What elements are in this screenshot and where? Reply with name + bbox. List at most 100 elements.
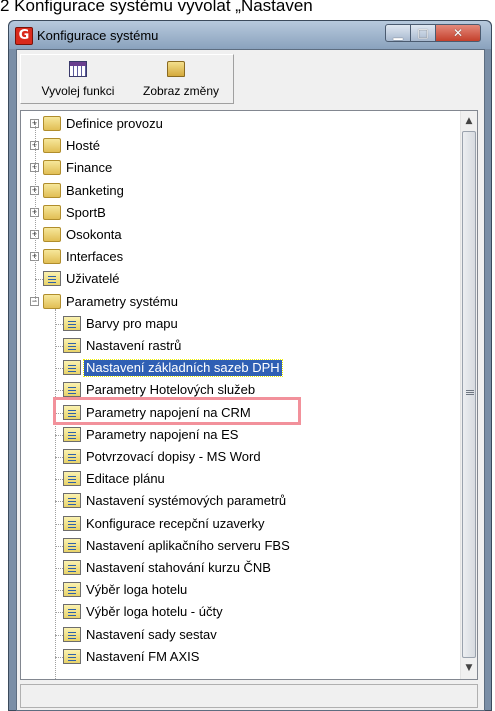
tree-child-item[interactable]: Nastavení rastrů bbox=[21, 335, 451, 357]
close-button[interactable]: ✕ bbox=[435, 24, 481, 42]
tree-item[interactable]: + Osokonta bbox=[21, 224, 451, 246]
folder-icon bbox=[43, 205, 61, 220]
scrollbar-grip-icon bbox=[466, 390, 474, 396]
tree-child-item[interactable]: Nastavení sady sestav bbox=[21, 624, 451, 646]
maximize-icon: □ bbox=[417, 26, 429, 40]
document-icon bbox=[63, 582, 81, 597]
folder-icon bbox=[43, 294, 61, 309]
folder-icon bbox=[43, 227, 61, 242]
document-icon bbox=[63, 627, 81, 642]
folder-icon bbox=[43, 116, 61, 131]
tree-child-item[interactable]: Barvy pro mapu bbox=[21, 313, 451, 335]
close-icon: ✕ bbox=[452, 26, 464, 40]
invoke-function-button[interactable]: Vyvolej funkci bbox=[25, 57, 131, 101]
tree-item-label: Výběr loga hotelu bbox=[86, 582, 188, 597]
document-icon bbox=[63, 516, 81, 531]
title-bar[interactable]: G Konfigurace systému ▁ □ ✕ bbox=[9, 21, 491, 49]
tree-child-item[interactable]: Parametry Hotelových služeb bbox=[21, 379, 451, 401]
tree-item-label: Hosté bbox=[66, 138, 100, 153]
document-icon bbox=[63, 449, 81, 464]
vertical-scrollbar[interactable]: ▲ ▼ bbox=[460, 111, 477, 679]
tree-item-label: Osokonta bbox=[66, 227, 122, 242]
show-changes-label: Zobraz změny bbox=[142, 84, 220, 98]
tree-item[interactable]: + SportB bbox=[21, 202, 451, 224]
tree-item[interactable]: + Interfaces bbox=[21, 246, 451, 268]
tree-connector bbox=[55, 309, 56, 679]
document-icon bbox=[43, 271, 61, 286]
window-client-area: Vyvolej funkci Zobraz změny + Definice pr… bbox=[16, 49, 485, 711]
folder-icon bbox=[43, 160, 61, 175]
scrollbar-thumb[interactable] bbox=[462, 131, 476, 658]
configuration-tree[interactable]: + Definice provozu + Hosté + Finance + Banketin… bbox=[20, 110, 478, 680]
minimize-button[interactable]: ▁ bbox=[385, 24, 411, 42]
window-title: Konfigurace systému bbox=[37, 28, 159, 43]
tree-child-item[interactable]: Nastavení aplikačního serveru FBS bbox=[21, 535, 451, 557]
tree-child-item[interactable]: Výběr loga hotelu - účty bbox=[21, 601, 451, 623]
tree-item-label: Uživatelé bbox=[66, 271, 120, 286]
document-icon bbox=[63, 538, 81, 553]
tree-child-item[interactable]: Parametry napojení na ES bbox=[21, 424, 451, 446]
folder-icon bbox=[43, 183, 61, 198]
document-icon bbox=[63, 338, 81, 353]
tree-item-label: Finance bbox=[66, 160, 113, 175]
tree-item-label: SportB bbox=[66, 205, 106, 220]
status-bar bbox=[20, 684, 478, 708]
tree-item-label: Parametry napojení na CRM bbox=[86, 405, 251, 420]
document-icon bbox=[63, 471, 81, 486]
document-heading-text: 2 Konfigurace systému vyvolat „Nastaven bbox=[0, 0, 313, 15]
tree-item-label: Parametry Hotelových služeb bbox=[86, 382, 256, 397]
tree-item-label: Barvy pro mapu bbox=[86, 316, 178, 331]
tree-child-item[interactable]: Nastavení základních sazeb DPH bbox=[21, 357, 451, 379]
tree-child-item[interactable]: Nastavení FM AXIS bbox=[21, 646, 451, 668]
tree-item-label: Nastavení rastrů bbox=[86, 338, 182, 353]
folder-icon bbox=[167, 61, 185, 77]
calendar-grid-icon bbox=[69, 61, 87, 77]
tree-item-label: Nastavení aplikačního serveru FBS bbox=[86, 538, 290, 553]
document-icon bbox=[63, 604, 81, 619]
tree-item-label: Interfaces bbox=[66, 249, 124, 264]
invoke-function-label: Vyvolej funkci bbox=[41, 84, 115, 98]
tree-item-label: Definice provozu bbox=[66, 116, 163, 131]
scroll-down-arrow-icon[interactable]: ▼ bbox=[461, 660, 477, 677]
document-icon bbox=[63, 560, 81, 575]
tree-item-label: Nastavení sady sestav bbox=[86, 627, 217, 642]
tree-connector bbox=[35, 123, 36, 301]
tree-child-item[interactable]: Konfigurace recepční uzaverky bbox=[21, 513, 451, 535]
tree-item[interactable]: + Hosté bbox=[21, 135, 451, 157]
tree-item[interactable]: − Parametry systému bbox=[21, 291, 451, 313]
document-icon bbox=[63, 360, 81, 375]
tree-child-item[interactable]: Nastavení stahování kurzu ČNB bbox=[21, 557, 451, 579]
maximize-button[interactable]: □ bbox=[410, 24, 436, 42]
tree-item-label: Nastavení základních sazeb DPH bbox=[83, 359, 283, 377]
tree-child-item[interactable]: Nastavení systémových parametrů bbox=[21, 490, 451, 512]
tree-item-label: Editace plánu bbox=[86, 471, 165, 486]
minimize-icon: ▁ bbox=[393, 26, 403, 40]
tree-item-label: Výběr loga hotelu - účty bbox=[86, 604, 223, 619]
tree-item-label: Banketing bbox=[66, 183, 124, 198]
tree-item-label: Nastavení systémových parametrů bbox=[86, 493, 287, 508]
document-icon bbox=[63, 493, 81, 508]
tree-item-label: Parametry systému bbox=[66, 294, 178, 309]
tree-item[interactable]: + Banketing bbox=[21, 180, 451, 202]
tree-item-label: Konfigurace recepční uzaverky bbox=[86, 516, 265, 531]
document-icon bbox=[63, 649, 81, 664]
document-icon bbox=[63, 316, 81, 331]
tree-item[interactable]: + Definice provozu bbox=[21, 113, 451, 135]
tree-item[interactable]: Uživatelé bbox=[21, 268, 451, 290]
tree-child-item[interactable]: Výběr loga hotelu bbox=[21, 579, 451, 601]
tree-item-label: Potvrzovací dopisy - MS Word bbox=[86, 449, 261, 464]
document-icon bbox=[63, 382, 81, 397]
configuration-window: G Konfigurace systému ▁ □ ✕ Vyvolej funk… bbox=[8, 20, 492, 711]
tree-child-item[interactable]: Editace plánu bbox=[21, 468, 451, 490]
show-changes-button[interactable]: Zobraz změny bbox=[129, 57, 233, 101]
scroll-up-arrow-icon[interactable]: ▲ bbox=[461, 113, 477, 130]
folder-icon bbox=[43, 138, 61, 153]
tree-item-label: Nastavení FM AXIS bbox=[86, 649, 200, 664]
app-logo-icon[interactable]: G bbox=[15, 27, 33, 45]
toolbar: Vyvolej funkci Zobraz změny bbox=[20, 54, 234, 104]
folder-icon bbox=[43, 249, 61, 264]
tree-item-label: Parametry napojení na ES bbox=[86, 427, 239, 442]
tree-child-item[interactable]: Potvrzovací dopisy - MS Word bbox=[21, 446, 451, 468]
tree-child-item[interactable]: Parametry napojení na CRM bbox=[21, 402, 451, 424]
tree-item[interactable]: + Finance bbox=[21, 157, 451, 179]
